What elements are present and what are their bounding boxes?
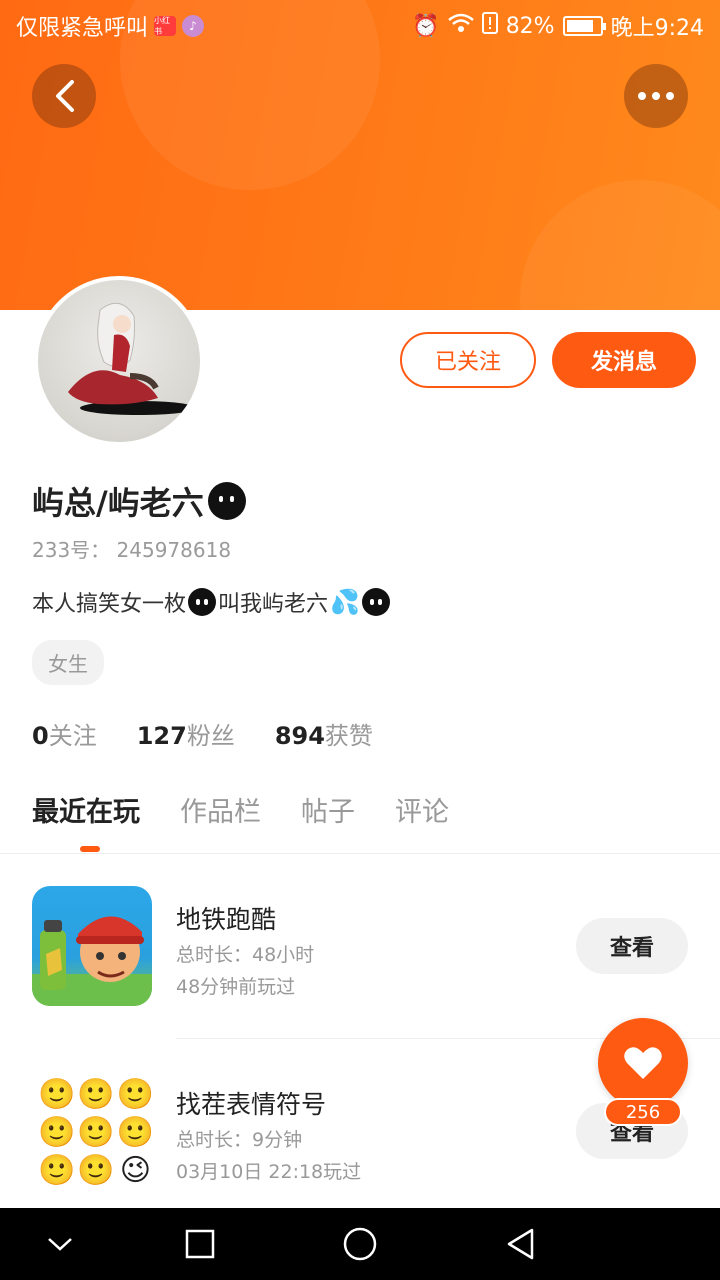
alarm-icon: ⏰ xyxy=(412,13,440,39)
emoji-game-icon[interactable]: 🙂 🙂 🙂 🙂 🙂 🙂 🙂 🙂 😉 xyxy=(32,1071,152,1191)
game-play-duration: 总时长：48小时 xyxy=(176,944,315,966)
followers-stat[interactable]: 127粉丝 xyxy=(137,716,235,751)
app-badge-icon: 小红书 xyxy=(154,16,177,36)
system-navigation-bar xyxy=(0,1208,720,1280)
nav-recents-button[interactable] xyxy=(182,1226,218,1262)
likes-label: 获赞 xyxy=(324,722,373,750)
game-last-played: 48分钟前玩过 xyxy=(176,976,296,998)
status-right: ⏰ 82% 晚上9:24 xyxy=(412,10,704,42)
profile-tabs: 最近在玩 作品栏 帖子 评论 xyxy=(32,790,449,829)
game-title: 找茬表情符号 xyxy=(176,1090,327,1119)
active-tab-indicator xyxy=(80,846,100,852)
followers-label: 粉丝 xyxy=(186,722,235,750)
back-button[interactable] xyxy=(32,64,96,128)
profile-name: 屿总/屿老六 xyxy=(32,484,204,522)
like-button[interactable] xyxy=(598,1018,688,1108)
music-icon: ♪ xyxy=(182,15,205,37)
black-face-emoji-icon xyxy=(361,588,390,616)
wifi-icon xyxy=(447,13,474,39)
black-face-emoji-icon xyxy=(188,588,217,616)
avatar-illustration xyxy=(68,302,196,415)
black-face-emoji-icon xyxy=(207,482,246,520)
tab-recently-played[interactable]: 最近在玩 xyxy=(32,790,140,829)
battery-level xyxy=(566,20,593,32)
game-play-duration: 总时长：9分钟 xyxy=(176,1129,303,1151)
likes-count: 894 xyxy=(274,722,325,750)
clock: 晚上9:24 xyxy=(610,16,704,41)
following-label: 关注 xyxy=(48,722,97,750)
triangle-back-icon xyxy=(507,1228,534,1260)
avatar[interactable] xyxy=(34,276,204,446)
nav-back-button[interactable] xyxy=(502,1226,538,1262)
like-count-badge: 256 xyxy=(604,1098,682,1126)
more-dots-icon xyxy=(638,92,674,100)
status-bar: 仅限紧急呼叫 小红书 ♪ ⏰ 82% 晚上9:24 xyxy=(0,0,720,48)
tab-posts[interactable]: 帖子 xyxy=(301,790,355,829)
tab-divider xyxy=(0,853,720,854)
game-title: 地铁跑酷 xyxy=(176,905,277,934)
view-game-button[interactable]: 查看 xyxy=(576,918,688,974)
chevron-down-icon xyxy=(48,1238,72,1251)
square-icon xyxy=(185,1229,215,1259)
following-count: 0 xyxy=(32,722,49,750)
nav-home-button[interactable] xyxy=(342,1226,378,1262)
battery-percent: 82% xyxy=(505,13,555,39)
sweat-drops-emoji-icon: 💦 xyxy=(330,588,360,616)
banner-decoration xyxy=(520,180,720,310)
circle-icon xyxy=(343,1227,377,1261)
tab-works[interactable]: 作品栏 xyxy=(180,790,261,829)
followers-count: 127 xyxy=(136,722,187,750)
bio-text: 叫我屿老六 xyxy=(218,592,329,617)
tab-comments[interactable]: 评论 xyxy=(395,790,449,829)
status-left: 仅限紧急呼叫 小红书 ♪ xyxy=(16,10,205,42)
carrier-text: 仅限紧急呼叫 xyxy=(16,16,149,41)
send-message-button[interactable]: 发消息 xyxy=(552,332,696,388)
user-id: 233号： 245978618 xyxy=(32,538,232,562)
more-button[interactable] xyxy=(624,64,688,128)
bio: 本人搞笑女一枚 叫我屿老六 💦 xyxy=(32,586,390,618)
heart-icon xyxy=(624,1047,662,1079)
gender-tag: 女生 xyxy=(32,640,104,685)
battery-icon xyxy=(562,16,606,36)
list-item[interactable]: 地铁跑酷 总时长：48小时 48分钟前玩过 查看 xyxy=(0,870,720,1050)
sim-alert-icon xyxy=(481,12,498,40)
likes-stat: 894获赞 xyxy=(275,716,373,751)
nav-collapse-button[interactable] xyxy=(42,1226,78,1262)
chevron-left-icon xyxy=(56,80,74,112)
profile-name-row: 屿总/屿老六 xyxy=(32,478,246,524)
bio-text: 本人搞笑女一枚 xyxy=(32,592,187,617)
following-button[interactable]: 已关注 xyxy=(400,332,536,388)
following-stat[interactable]: 0关注 xyxy=(32,716,97,751)
game-last-played: 03月10日 22:18玩过 xyxy=(176,1161,362,1183)
subway-surfers-game-icon[interactable] xyxy=(32,886,152,1006)
profile-stats: 0关注 127粉丝 894获赞 xyxy=(32,716,373,751)
